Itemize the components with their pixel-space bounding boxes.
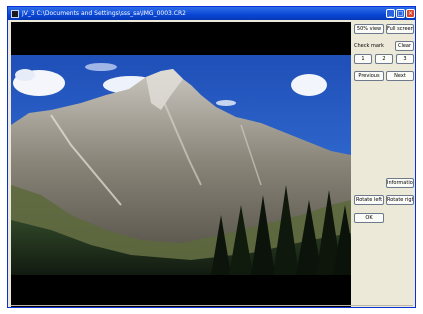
ok-button[interactable]: OK bbox=[354, 213, 384, 223]
full-screen-button[interactable]: Full screen bbox=[386, 24, 414, 34]
check-mark-1-button[interactable]: 1 bbox=[354, 54, 372, 64]
rotate-left-button[interactable]: Rotate left bbox=[354, 195, 384, 205]
viewer-window: JV_3 C:\Documents and Settings\sss_sa\IM… bbox=[7, 6, 416, 308]
control-panel: 50% view Full screen Check mark Clear 1 … bbox=[351, 22, 415, 307]
maximize-button[interactable]: □ bbox=[396, 9, 405, 18]
previous-button[interactable]: Previous bbox=[354, 71, 384, 81]
fit-view-button[interactable]: 50% view bbox=[354, 24, 384, 34]
minimize-button[interactable]: _ bbox=[386, 9, 395, 18]
clear-button[interactable]: Clear bbox=[395, 41, 414, 51]
check-mark-label: Check mark bbox=[354, 43, 384, 49]
check-mark-2-button[interactable]: 2 bbox=[375, 54, 393, 64]
status-bar bbox=[11, 305, 413, 306]
close-button[interactable]: × bbox=[406, 9, 415, 18]
next-button[interactable]: Next bbox=[386, 71, 414, 81]
mountain-photo bbox=[11, 55, 351, 275]
rotate-right-button[interactable]: Rotate right bbox=[386, 195, 414, 205]
window-title: JV_3 C:\Documents and Settings\sss_sa\IM… bbox=[22, 10, 186, 17]
check-mark-3-button[interactable]: 3 bbox=[396, 54, 414, 64]
image-viewer[interactable] bbox=[11, 22, 351, 307]
title-bar[interactable]: JV_3 C:\Documents and Settings\sss_sa\IM… bbox=[8, 7, 415, 20]
app-icon bbox=[11, 10, 19, 18]
information-button[interactable]: Information bbox=[386, 178, 414, 188]
